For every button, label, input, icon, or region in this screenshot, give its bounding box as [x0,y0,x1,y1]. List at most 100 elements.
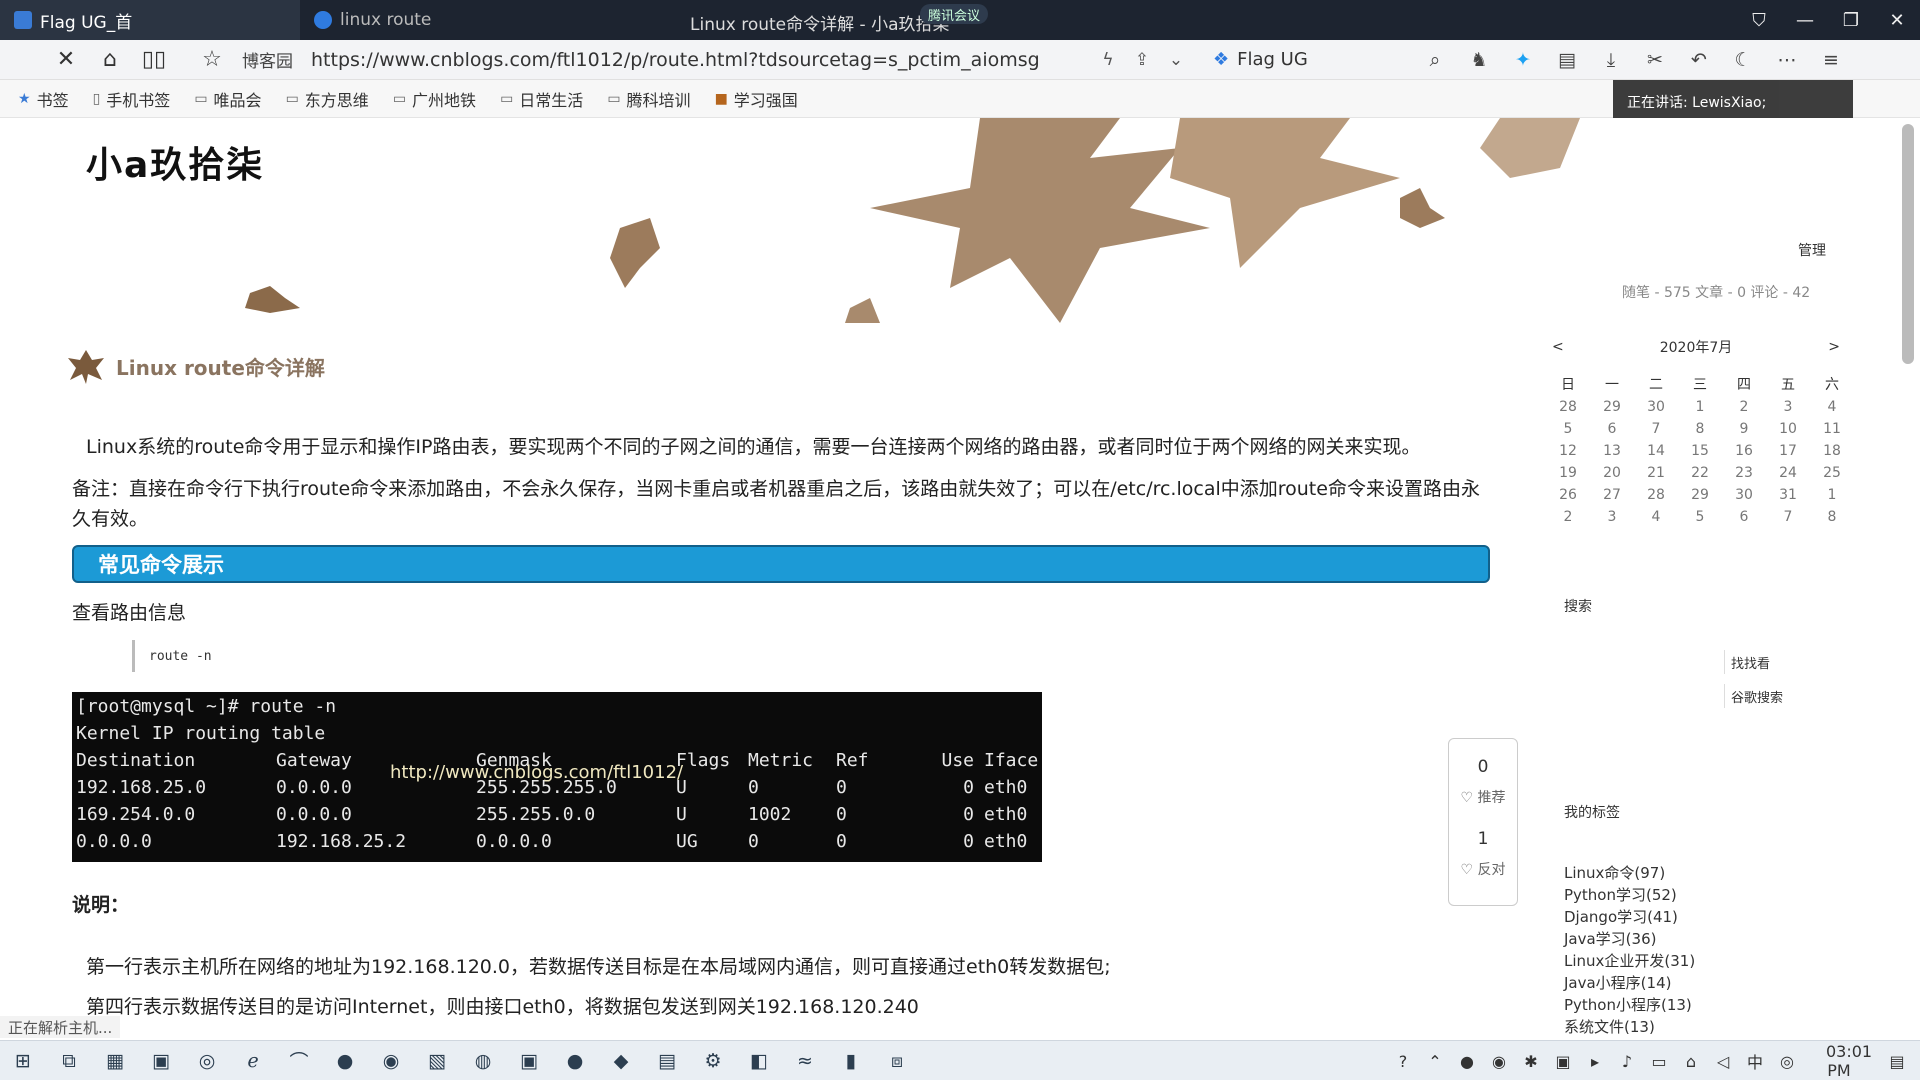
calendar-day[interactable]: 26 [1546,484,1590,506]
menu-icon[interactable]: ≡ [1809,49,1853,71]
recommend-button[interactable]: ♡ 推荐 [1460,787,1505,807]
bookmark-item[interactable]: ▭ 广州地铁 [393,87,476,111]
shirt-skin-icon[interactable]: ⛉ [1736,10,1782,31]
chrome-icon[interactable]: ◉ [368,1041,414,1081]
volume-icon[interactable]: ◁ [1710,1052,1736,1071]
file-explorer-icon[interactable]: ▦ [92,1041,138,1081]
calendar-day[interactable]: 7 [1766,506,1810,528]
tag-link[interactable]: Python学习(52) [1564,884,1695,906]
tag-link[interactable]: Linux企业开发(31) [1564,950,1695,972]
bookmark-item[interactable]: ■ 学习强国 [715,87,798,111]
calendar-day[interactable]: 24 [1766,462,1810,484]
calendar-day[interactable]: 9 [1722,418,1766,440]
windows-start-icon[interactable]: ⊞ [0,1041,46,1081]
media-app-icon[interactable]: ◍ [460,1041,506,1081]
calendar-day[interactable]: 22 [1678,462,1722,484]
lightning-icon[interactable]: ϟ [1091,50,1125,70]
calendar-day[interactable]: 30 [1722,484,1766,506]
chevron-up-icon[interactable]: ⌃ [1422,1052,1448,1071]
tag-link[interactable]: Java小程序(14) [1564,972,1695,994]
calendar-day[interactable]: 6 [1590,418,1634,440]
share-icon[interactable]: ⇪ [1125,50,1159,70]
bookmark-item[interactable]: ★ 书签 [18,87,69,111]
tray-app-icon[interactable]: ▣ [1550,1052,1576,1071]
calendar-day[interactable]: 1 [1678,396,1722,418]
browser-tab-linux-route[interactable]: linux route [300,0,640,40]
tray-app-icon[interactable]: ◎ [1774,1052,1800,1071]
meeting-indicator[interactable]: 腾讯会议 [920,4,989,24]
calendar-day[interactable]: 17 [1766,440,1810,462]
browser-tab-flag-ug[interactable]: Flag UG_首 [0,0,300,40]
search-engine-selector[interactable]: ❖ Flag UG [1213,49,1413,70]
search-icon[interactable]: ⌕ [1413,49,1457,71]
bookmark-item[interactable]: ▭ 腾科培训 [607,87,690,111]
tray-app-icon[interactable]: ◉ [1486,1052,1512,1071]
battery-icon[interactable]: ▭ [1646,1052,1672,1071]
help-icon[interactable]: ? [1390,1052,1416,1071]
calendar-day[interactable]: 1 [1810,484,1854,506]
calendar-day[interactable]: 13 [1590,440,1634,462]
calendar-day[interactable]: 5 [1678,506,1722,528]
minimize-icon[interactable]: — [1782,10,1828,31]
remote-app-icon[interactable]: ▣ [506,1041,552,1081]
tag-link[interactable]: 系统文件(13) [1564,1016,1695,1038]
moon-icon[interactable]: ☾ [1721,49,1765,71]
tag-link[interactable]: Django学习(41) [1564,906,1695,928]
bookmark-item[interactable]: ▭ 日常生活 [500,87,583,111]
download-icon[interactable]: ⤓ [1589,49,1633,71]
calendar-day[interactable]: 28 [1634,484,1678,506]
terminal-icon[interactable]: ▮ [828,1041,874,1081]
home-icon[interactable]: ⌂ [88,40,132,80]
calendar-day[interactable]: 3 [1590,506,1634,528]
more-icon[interactable]: ⋯ [1765,49,1809,71]
url-field[interactable]: https://www.cnblogs.com/ftl1012/p/route.… [311,49,1091,71]
calendar-day[interactable]: 31 [1766,484,1810,506]
next-month-button[interactable]: > [1828,339,1840,355]
microphone-icon[interactable]: ♪ [1614,1052,1640,1071]
calendar-day[interactable]: 4 [1634,506,1678,528]
network-app-icon[interactable]: ⌒ [276,1041,322,1081]
back-icon[interactable] [0,40,44,80]
calendar-day[interactable]: 18 [1810,440,1854,462]
tag-link[interactable]: Linux命令(97) [1564,862,1695,884]
app-icon[interactable]: ● [552,1041,598,1081]
bluetooth-icon[interactable]: ✱ [1518,1052,1544,1071]
stop-loading-icon[interactable]: ✕ [44,40,88,80]
virtualbox-icon[interactable]: ⧈ [874,1041,920,1081]
bookmark-item[interactable]: ▯ 手机书签 [93,87,171,111]
game-icon[interactable]: ♞ [1457,49,1501,71]
search-button[interactable]: 找找看 [1724,650,1796,674]
task-view-icon[interactable]: ⧉ [46,1041,92,1081]
browser-app-icon[interactable]: ◎ [184,1041,230,1081]
calendar-day[interactable]: 30 [1634,396,1678,418]
arrow-icon[interactable]: ▸ [1582,1052,1608,1071]
prev-month-button[interactable]: < [1552,339,1564,355]
calendar-day[interactable]: 8 [1678,418,1722,440]
calendar-day[interactable]: 2 [1722,396,1766,418]
network-icon[interactable]: ⌂ [1678,1052,1704,1071]
calendar-day[interactable]: 5 [1546,418,1590,440]
calendar-day[interactable]: 20 [1590,462,1634,484]
bookmark-item[interactable]: ▭ 东方思维 [286,87,369,111]
calendar-day[interactable]: 27 [1590,484,1634,506]
calendar-day[interactable]: 14 [1634,440,1678,462]
calendar-day[interactable]: 12 [1546,440,1590,462]
calendar-day[interactable]: 29 [1590,396,1634,418]
post-title[interactable]: Linux route命令详解 [66,348,325,384]
calendar-day[interactable]: 3 [1766,396,1810,418]
calendar-day[interactable]: 21 [1634,462,1678,484]
calendar-day[interactable]: 28 [1546,396,1590,418]
calendar-day[interactable]: 4 [1810,396,1854,418]
favorite-star-icon[interactable]: ☆ [190,40,234,80]
calendar-day[interactable]: 16 [1722,440,1766,462]
calendar-day[interactable]: 2 [1546,506,1590,528]
excel-icon[interactable]: ▧ [414,1041,460,1081]
scissors-icon[interactable]: ✂ [1633,49,1677,71]
restore-icon[interactable]: ❐ [1828,10,1874,31]
calendar-day[interactable]: 7 [1634,418,1678,440]
bookmark-item[interactable]: ▭ 唯品会 [194,87,261,111]
calendar-day[interactable]: 11 [1810,418,1854,440]
settings-icon[interactable]: ⚙ [690,1041,736,1081]
ime-icon[interactable]: 中 [1742,1049,1768,1073]
calendar-day[interactable]: 8 [1810,506,1854,528]
